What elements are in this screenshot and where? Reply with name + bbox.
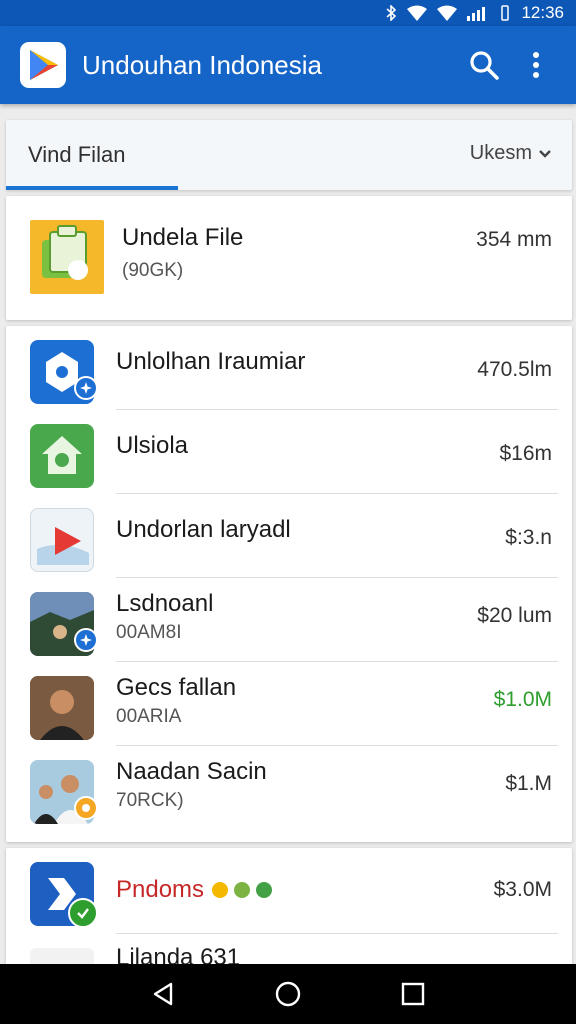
search-button[interactable]: [462, 43, 506, 87]
badge-icon: [74, 796, 98, 820]
status-bar: 12:36: [0, 0, 576, 26]
app-bar: Undouhan Indonesia: [0, 26, 576, 104]
list-item[interactable]: Undela File (90GK) 354 mm: [6, 196, 572, 320]
list-item[interactable]: Undorlan laryadl $:3.n: [6, 494, 572, 578]
list-item-subtitle: 70RCK): [116, 790, 184, 811]
navigation-bar: [0, 964, 576, 1024]
list-item-size: $20 lum: [477, 604, 552, 627]
video-play-icon: [30, 508, 94, 572]
bluetooth-icon: [386, 5, 397, 21]
wifi-icon: [407, 5, 428, 21]
chevron-down-icon: [539, 149, 551, 158]
list-item[interactable]: Gecs fallan 00ARIA $1.0M: [6, 662, 572, 746]
list-item[interactable]: Unlolhan Iraumiar 470.5lm: [6, 326, 572, 410]
back-icon[interactable]: [149, 980, 177, 1008]
list-item-subtitle: 00ARIA: [116, 706, 182, 727]
verified-badge-icon: [74, 376, 98, 400]
list-item-title: Undorlan laryadl: [116, 516, 291, 543]
list-item-size: $1.M: [505, 772, 552, 795]
vibrate-icon: [501, 5, 510, 21]
tab-indicator: [6, 186, 178, 190]
overflow-menu-icon: [533, 52, 539, 78]
list-item-title: Lsdnoanl: [116, 590, 214, 617]
recents-icon[interactable]: [399, 980, 427, 1008]
emoji-icons: [212, 882, 273, 898]
app-title: Undouhan Indonesia: [82, 49, 322, 80]
file-manager-icon: [30, 220, 104, 294]
status-time: 12:36: [521, 3, 564, 22]
green-house-icon: [30, 424, 94, 488]
list-item-size: 470.5lm: [477, 358, 552, 381]
sort-dropdown[interactable]: Ukesm: [470, 142, 552, 165]
overflow-menu-button[interactable]: [514, 43, 558, 87]
bottom-card: Pndoms $3.0M Lilanda 631: [6, 848, 572, 978]
person-photo: [30, 676, 94, 740]
list-item-title: Naadan Sacin: [116, 758, 267, 785]
list-item-size: $1.0M: [493, 688, 552, 711]
verified-badge-icon: [74, 628, 98, 652]
file-subtitle: (90GK): [122, 260, 184, 281]
list-item-title-text: Pndoms: [116, 876, 205, 903]
list-item[interactable]: Lsdnoanl 00AM8I $20 lum: [6, 578, 572, 662]
list-item[interactable]: Naadan Sacin 70RCK) $1.M: [6, 746, 572, 830]
wifi-icon: [437, 5, 458, 21]
tab-vind-filan[interactable]: Vind Filan: [28, 142, 125, 168]
list-item-title: Pndoms: [116, 876, 276, 904]
sort-label: Ukesm: [469, 142, 532, 164]
list-item-title: Unlolhan Iraumiar: [116, 348, 306, 375]
home-icon[interactable]: [274, 980, 302, 1008]
list-item-title: Gecs fallan: [116, 674, 237, 701]
check-badge-icon: [68, 898, 98, 928]
list-item-title: Ulsiola: [116, 432, 189, 459]
list-item-size: $:3.n: [505, 526, 552, 549]
search-icon: [470, 51, 499, 80]
featured-card: Undela File (90GK) 354 mm: [6, 196, 572, 320]
list-item-subtitle: 00AM8I: [116, 622, 182, 643]
downloads-card: Unlolhan Iraumiar 470.5lm Ulsiola $16m U…: [6, 326, 572, 842]
list-item[interactable]: Ulsiola $16m: [6, 410, 572, 494]
file-size: 354 mm: [476, 228, 552, 251]
filter-tab-bar: Vind Filan Ukesm: [6, 120, 572, 190]
file-title: Undela File: [122, 224, 244, 251]
signal-icon: [467, 7, 486, 21]
list-item-size: $16m: [499, 442, 552, 465]
list-item[interactable]: Pndoms $3.0M: [6, 848, 572, 934]
play-store-logo: [20, 42, 66, 88]
list-item-size: $3.0M: [493, 878, 552, 901]
